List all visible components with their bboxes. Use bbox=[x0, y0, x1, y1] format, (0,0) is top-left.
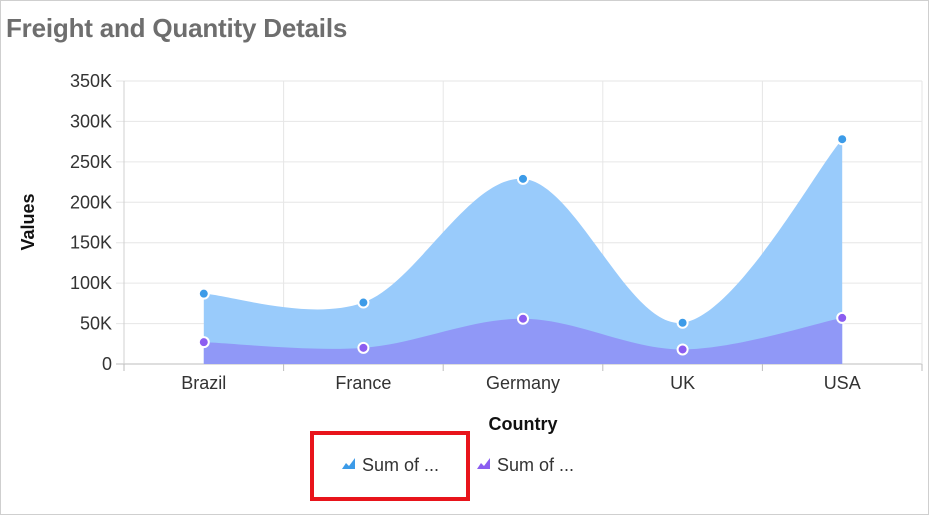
series-2-marker bbox=[836, 311, 849, 324]
y-tick-label: 300K bbox=[70, 111, 112, 131]
x-tick-label: Brazil bbox=[181, 373, 226, 393]
series-1-marker bbox=[836, 133, 849, 146]
series-2-marker bbox=[197, 336, 210, 349]
series-1-marker bbox=[517, 172, 529, 185]
y-tick-label: 150K bbox=[70, 233, 112, 253]
y-axis-title: Values bbox=[18, 193, 38, 250]
y-tick-label: 250K bbox=[70, 152, 112, 172]
x-tick-label: Germany bbox=[486, 373, 560, 393]
series-1-marker bbox=[197, 287, 210, 300]
y-tick-label: 200K bbox=[70, 192, 112, 212]
area-series-icon bbox=[477, 458, 490, 469]
legend-item[interactable]: Sum of ... bbox=[342, 455, 439, 475]
legend-label: Sum of ... bbox=[362, 455, 439, 475]
y-tick-label: 350K bbox=[70, 71, 112, 91]
legend: Sum of ... Sum of ... bbox=[310, 431, 574, 501]
y-tick-label: 50K bbox=[80, 314, 112, 334]
x-tick-label: USA bbox=[824, 373, 861, 393]
y-tick-label: 0 bbox=[102, 354, 112, 374]
legend-item[interactable]: Sum of ... bbox=[477, 455, 574, 475]
series-2-marker bbox=[676, 343, 689, 356]
legend-label: Sum of ... bbox=[497, 455, 574, 475]
x-axis-title: Country bbox=[489, 414, 558, 434]
chart-svg: 0 50K 100K 150K 200K 250K 300K 350K Brazil France… bbox=[18, 71, 923, 501]
y-tick-label: 100K bbox=[70, 273, 112, 293]
area-series-icon bbox=[342, 458, 355, 469]
series-1-marker bbox=[357, 296, 370, 309]
series-2-marker bbox=[517, 312, 529, 325]
series-2-marker bbox=[357, 341, 370, 354]
x-tick-label: UK bbox=[670, 373, 695, 393]
x-tick-label: France bbox=[335, 373, 391, 393]
series-1-marker bbox=[676, 316, 689, 329]
